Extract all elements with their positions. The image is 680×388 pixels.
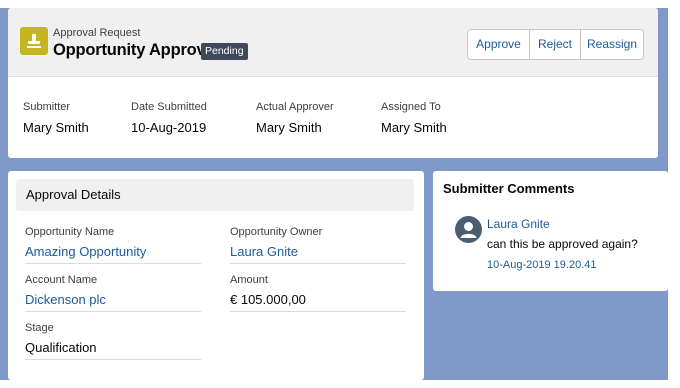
comment-timestamp[interactable]: 10-Aug-2019 19.20.41 bbox=[487, 259, 596, 271]
comments-title: Submitter Comments bbox=[443, 181, 575, 196]
field-label: Submitter bbox=[23, 101, 71, 113]
opportunity-name-field: Opportunity Name Amazing Opportunity bbox=[25, 226, 201, 264]
field-label: Assigned To bbox=[381, 101, 441, 113]
field-label: Actual Approver bbox=[256, 101, 334, 113]
object-type-label: Approval Request bbox=[53, 27, 141, 39]
reject-button[interactable]: Reject bbox=[529, 30, 580, 59]
comment-author-link[interactable]: Laura Gnite bbox=[487, 217, 550, 231]
action-button-group: Approve Reject Reassign bbox=[467, 29, 644, 60]
amount-field: Amount € 105.000,00 bbox=[230, 274, 406, 312]
page-title: Opportunity Approval bbox=[53, 41, 219, 59]
date-submitted-field: Date Submitted 10-Aug-2019 bbox=[131, 101, 207, 135]
field-label: Opportunity Name bbox=[25, 226, 115, 238]
comment-text: can this be approved again? bbox=[487, 237, 638, 251]
submitter-comments-card: Submitter Comments Laura Gnite can this … bbox=[433, 171, 668, 291]
field-value: Mary Smith bbox=[256, 120, 322, 135]
opportunity-owner-field: Opportunity Owner Laura Gnite bbox=[230, 226, 406, 264]
field-value: 10-Aug-2019 bbox=[131, 120, 207, 135]
section-header[interactable]: Approval Details bbox=[16, 179, 414, 211]
user-icon bbox=[455, 216, 482, 243]
status-badge: Pending bbox=[201, 43, 248, 60]
record-header: Approval Request Opportunity Approval Pe… bbox=[8, 8, 658, 158]
field-label: Stage bbox=[25, 322, 54, 334]
account-name-link[interactable]: Dickenson plc bbox=[25, 292, 201, 307]
approve-button[interactable]: Approve bbox=[468, 30, 529, 59]
account-name-field: Account Name Dickenson plc bbox=[25, 274, 201, 312]
field-value: € 105.000,00 bbox=[230, 292, 306, 307]
opportunity-owner-link[interactable]: Laura Gnite bbox=[230, 244, 406, 259]
field-value: Qualification bbox=[25, 340, 97, 355]
submitter-field: Submitter Mary Smith bbox=[23, 101, 89, 135]
field-label: Amount bbox=[230, 274, 268, 286]
field-label: Opportunity Owner bbox=[230, 226, 323, 238]
assigned-to-field: Assigned To Mary Smith bbox=[381, 101, 447, 135]
opportunity-name-link[interactable]: Amazing Opportunity bbox=[25, 244, 201, 259]
stamp-icon bbox=[20, 27, 48, 55]
field-value: Mary Smith bbox=[23, 120, 89, 135]
field-label: Account Name bbox=[25, 274, 98, 286]
reassign-button[interactable]: Reassign bbox=[580, 30, 643, 59]
field-value: Mary Smith bbox=[381, 120, 447, 135]
header-highlights-bar: Approval Request Opportunity Approval Pe… bbox=[8, 8, 658, 77]
actual-approver-field: Actual Approver Mary Smith bbox=[256, 101, 334, 135]
stage-field: Stage Qualification bbox=[25, 322, 201, 360]
approval-details-card: Approval Details Opportunity Name Amazin… bbox=[8, 171, 424, 380]
field-label: Date Submitted bbox=[131, 101, 207, 113]
